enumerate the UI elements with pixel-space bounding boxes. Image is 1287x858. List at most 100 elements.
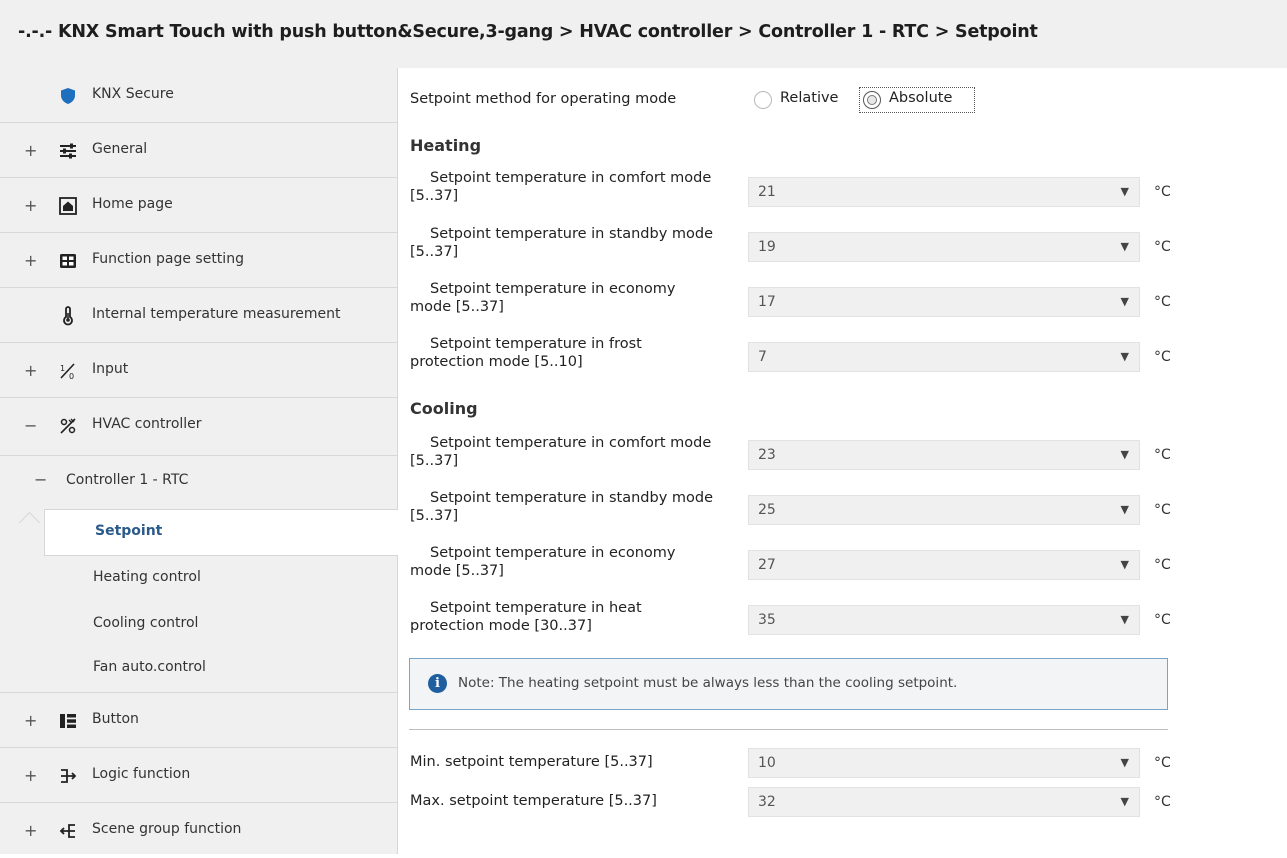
radio-relative[interactable]	[754, 91, 772, 109]
sidebar: KNX Secure + General + Home page + Funct…	[0, 68, 399, 854]
chevron-down-icon: ▼	[1120, 503, 1129, 516]
radio-absolute[interactable]	[863, 91, 881, 109]
expand-icon[interactable]: +	[24, 196, 37, 215]
note-text: Note: The heating setpoint must be alway…	[458, 675, 958, 691]
sidebar-item-setpoint[interactable]: Setpoint	[44, 509, 399, 556]
home-icon	[58, 196, 78, 216]
min-setpoint-label: Min. setpoint temperature [5..37]	[410, 754, 653, 770]
expand-icon[interactable]: +	[24, 711, 37, 730]
svg-text:1: 1	[60, 364, 65, 373]
heating-economy-select[interactable]: 17 ▼	[748, 287, 1140, 317]
unit-label: °C	[1154, 557, 1171, 573]
heating-standby-label: Setpoint temperature in standby mode [5..…	[410, 226, 714, 260]
sidebar-item-fan-auto-control[interactable]: Fan auto.control	[0, 646, 397, 693]
sidebar-item-label: HVAC controller	[92, 416, 202, 432]
cooling-economy-select[interactable]: 27 ▼	[748, 550, 1140, 580]
sidebar-item-function-page-setting[interactable]: + Function page setting	[0, 233, 397, 288]
title-bar: -.-.- KNX Smart Touch with push button&S…	[0, 0, 1287, 68]
sidebar-item-logic-function[interactable]: + Logic function	[0, 748, 397, 803]
unit-label: °C	[1154, 502, 1171, 518]
sidebar-item-label: Button	[92, 711, 139, 727]
chevron-down-icon: ▼	[1120, 795, 1129, 808]
radio-relative-label[interactable]: Relative	[780, 90, 838, 106]
input-icon: 10	[58, 361, 78, 381]
max-setpoint-label: Max. setpoint temperature [5..37]	[410, 793, 657, 809]
sidebar-item-general[interactable]: + General	[0, 123, 397, 178]
chevron-down-icon: ▼	[1120, 448, 1129, 461]
sidebar-item-label: Controller 1 - RTC	[66, 472, 189, 488]
unit-label: °C	[1154, 447, 1171, 463]
sidebar-item-label: Scene group function	[92, 821, 242, 837]
note-box: i Note: The heating setpoint must be alw…	[409, 658, 1168, 710]
chevron-down-icon: ▼	[1120, 558, 1129, 571]
sidebar-item-home-page[interactable]: + Home page	[0, 178, 397, 233]
chevron-down-icon: ▼	[1120, 185, 1129, 198]
info-icon: i	[428, 674, 447, 693]
sidebar-item-hvac-controller[interactable]: − HVAC controller	[0, 398, 397, 456]
heating-economy-label: Setpoint temperature in economy mode [5..…	[410, 281, 676, 315]
unit-label: °C	[1154, 755, 1171, 771]
tree-notch	[18, 511, 41, 534]
sidebar-item-label: Logic function	[92, 766, 191, 782]
sidebar-item-cooling-control[interactable]: Cooling control	[0, 602, 397, 647]
svg-text:0: 0	[69, 372, 74, 381]
grid-icon	[58, 251, 78, 271]
unit-label: °C	[1154, 184, 1171, 200]
cooling-standby-select[interactable]: 25 ▼	[748, 495, 1140, 525]
heating-frost-select[interactable]: 7 ▼	[748, 342, 1140, 372]
sidebar-item-label: KNX Secure	[92, 86, 174, 102]
radio-absolute-label[interactable]: Absolute	[889, 90, 952, 106]
breadcrumb: -.-.- KNX Smart Touch with push button&S…	[18, 22, 1038, 42]
hvac-icon	[58, 416, 78, 436]
sidebar-item-button[interactable]: + Button	[0, 693, 397, 748]
sidebar-item-heating-control[interactable]: Heating control	[0, 556, 397, 601]
heating-comfort-label: Setpoint temperature in comfort mode [5..…	[410, 170, 712, 204]
heating-frost-label: Setpoint temperature in frost protection …	[410, 336, 642, 370]
sliders-icon	[58, 141, 78, 161]
expand-icon[interactable]: +	[24, 141, 37, 160]
sidebar-item-input[interactable]: + 10 Input	[0, 343, 397, 398]
collapse-icon[interactable]: −	[24, 416, 37, 435]
heating-standby-select[interactable]: 19 ▼	[748, 232, 1140, 262]
cooling-comfort-label: Setpoint temperature in comfort mode [5..…	[410, 435, 712, 469]
sidebar-item-scene-group[interactable]: + Scene group function	[0, 803, 397, 858]
cooling-standby-label: Setpoint temperature in standby mode [5..…	[410, 490, 714, 524]
cooling-heat-protection-label: Setpoint temperature in heat protection m…	[410, 600, 642, 634]
heating-section-title: Heating	[410, 136, 482, 155]
sidebar-item-label: General	[92, 141, 148, 157]
thermometer-icon	[58, 306, 78, 326]
divider	[409, 729, 1168, 730]
unit-label: °C	[1154, 794, 1171, 810]
logic-icon	[58, 766, 78, 786]
shield-icon	[58, 86, 78, 106]
unit-label: °C	[1154, 612, 1171, 628]
chevron-down-icon: ▼	[1120, 756, 1129, 769]
max-setpoint-select[interactable]: 32 ▼	[748, 787, 1140, 817]
cooling-heat-protection-select[interactable]: 35 ▼	[748, 605, 1140, 635]
sidebar-item-label: Heating control	[93, 569, 201, 585]
min-setpoint-select[interactable]: 10 ▼	[748, 748, 1140, 778]
button-icon	[58, 711, 78, 731]
sidebar-item-label: Input	[92, 361, 129, 377]
cooling-economy-label: Setpoint temperature in economy mode [5..…	[410, 545, 676, 579]
sidebar-item-label: Function page setting	[92, 251, 244, 267]
cooling-comfort-select[interactable]: 23 ▼	[748, 440, 1140, 470]
sidebar-item-label: Home page	[92, 196, 173, 212]
heating-comfort-select[interactable]: 21 ▼	[748, 177, 1140, 207]
expand-icon[interactable]: +	[24, 821, 37, 840]
sidebar-item-internal-temperature[interactable]: Internal temperature measurement	[0, 288, 397, 343]
chevron-down-icon: ▼	[1120, 613, 1129, 626]
scene-icon	[58, 821, 78, 841]
collapse-icon[interactable]: −	[34, 470, 47, 489]
sidebar-item-knx-secure[interactable]: KNX Secure	[0, 68, 397, 123]
setpoint-method-label: Setpoint method for operating mode	[410, 91, 677, 107]
chevron-down-icon: ▼	[1120, 295, 1129, 308]
expand-icon[interactable]: +	[24, 251, 37, 270]
sidebar-item-controller-1[interactable]: − Controller 1 - RTC	[0, 460, 397, 502]
parameter-panel: Setpoint method for operating mode Relat…	[398, 68, 1287, 854]
expand-icon[interactable]: +	[24, 766, 37, 785]
sidebar-item-label: Fan auto.control	[93, 659, 206, 675]
sidebar-item-label: Internal temperature measurement	[92, 306, 341, 322]
sidebar-item-label: Cooling control	[93, 615, 199, 631]
expand-icon[interactable]: +	[24, 361, 37, 380]
